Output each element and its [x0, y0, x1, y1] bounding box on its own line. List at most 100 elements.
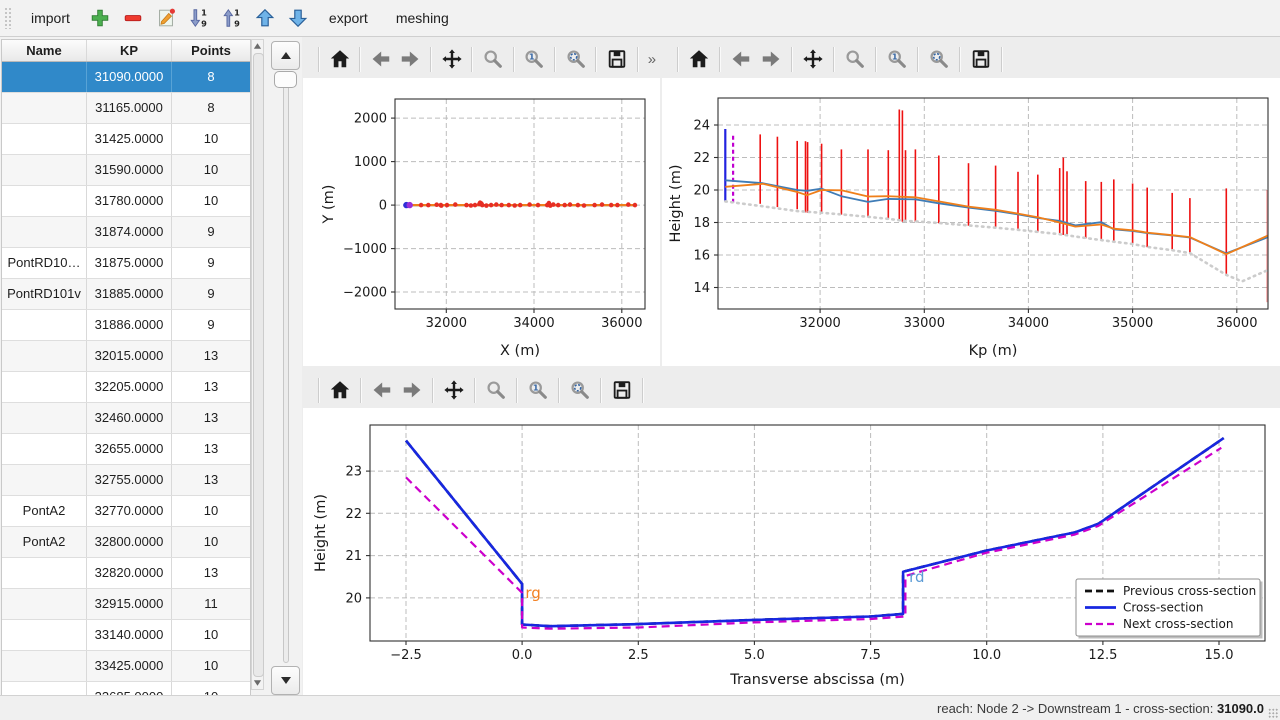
table-row[interactable]: PontRD101v 31885.0000 9	[2, 279, 250, 310]
navigator-handle[interactable]	[274, 71, 297, 88]
table-row[interactable]: 31886.0000 9	[2, 310, 250, 341]
zoom-icon[interactable]	[481, 376, 511, 404]
toolbar-separator	[637, 47, 639, 72]
table-row[interactable]: 31425.0000 10	[2, 124, 250, 155]
navigate-down-button[interactable]	[271, 666, 300, 695]
zoom-fit-icon[interactable]	[924, 45, 954, 73]
plan-chart: 320003400036000−2000−1000010002000X (m)Y…	[303, 78, 660, 366]
svg-text:21: 21	[345, 549, 362, 564]
profile-chart: 3200033000340003500036000141618202224Kp …	[662, 78, 1280, 366]
forward-icon[interactable]	[397, 376, 427, 404]
table-row[interactable]: 31165.0000 8	[2, 93, 250, 124]
home-icon[interactable]	[325, 45, 354, 73]
pan-icon[interactable]	[437, 45, 466, 73]
move-up-icon[interactable]	[252, 5, 279, 32]
svg-text:36000: 36000	[601, 316, 642, 331]
save-figure-icon[interactable]	[602, 45, 631, 73]
zoom-original-icon[interactable]: 1	[520, 45, 549, 73]
profile-canvas[interactable]: 3200033000340003500036000141618202224Kp …	[662, 78, 1280, 366]
svg-text:1: 1	[533, 383, 539, 393]
remove-cross-section-icon[interactable]	[120, 5, 147, 32]
sort-ascending-icon[interactable]: 19	[219, 5, 246, 32]
home-icon[interactable]	[325, 376, 355, 404]
column-header-kp[interactable]: KP	[87, 40, 172, 61]
scroll-up-icon[interactable]	[252, 40, 263, 52]
cross-section-toolbar: 1	[303, 372, 1280, 408]
toolbar-overflow-icon[interactable]: »	[644, 51, 660, 68]
toolbar-separator	[318, 47, 320, 72]
svg-text:Y (m): Y (m)	[321, 185, 337, 225]
menu-import[interactable]: import	[20, 4, 81, 32]
svg-text:10.0: 10.0	[972, 648, 1001, 663]
svg-text:Height (m): Height (m)	[668, 165, 684, 243]
table-row[interactable]: 33425.0000 10	[2, 651, 250, 682]
svg-text:1000: 1000	[354, 155, 387, 170]
svg-text:1: 1	[202, 8, 208, 18]
toolbar-separator	[318, 378, 320, 403]
pan-icon[interactable]	[439, 376, 469, 404]
menu-meshing[interactable]: meshing	[385, 4, 460, 32]
plan-canvas[interactable]: 320003400036000−2000−1000010002000X (m)Y…	[303, 78, 660, 366]
svg-text:20: 20	[345, 591, 362, 606]
table-row[interactable]: 31590.0000 10	[2, 155, 250, 186]
svg-text:20: 20	[693, 184, 710, 199]
table-row[interactable]: 31874.0000 9	[2, 217, 250, 248]
move-down-icon[interactable]	[285, 5, 312, 32]
zoom-fit-icon[interactable]	[565, 376, 595, 404]
table-scrollbar[interactable]	[251, 39, 264, 690]
table-row[interactable]: 32655.0000 13	[2, 434, 250, 465]
back-icon[interactable]	[366, 45, 395, 73]
menu-export[interactable]: export	[318, 4, 379, 32]
table-row[interactable]: 33140.0000 10	[2, 620, 250, 651]
table-row[interactable]: PontA2 32770.0000 10	[2, 496, 250, 527]
svg-text:Next cross-section: Next cross-section	[1123, 617, 1233, 631]
svg-text:Previous cross-section: Previous cross-section	[1123, 584, 1256, 598]
sort-descending-icon[interactable]: 19	[186, 5, 213, 32]
toolbar-grip[interactable]	[4, 7, 12, 29]
table-row[interactable]: 31090.0000 8	[2, 62, 250, 93]
toolbar-separator	[677, 47, 679, 72]
svg-text:32000: 32000	[426, 316, 467, 331]
save-figure-icon[interactable]	[966, 45, 996, 73]
column-header-name[interactable]: Name	[2, 40, 87, 61]
cross-section-canvas[interactable]: rgrd−2.50.02.55.07.510.012.515.020212223…	[303, 408, 1280, 695]
save-figure-icon[interactable]	[607, 376, 637, 404]
table-row[interactable]: PontA2 32800.0000 10	[2, 527, 250, 558]
pan-icon[interactable]	[798, 45, 828, 73]
table-row[interactable]: 32015.0000 13	[2, 341, 250, 372]
back-icon[interactable]	[726, 45, 756, 73]
table-scrollbar-thumb[interactable]	[253, 53, 264, 677]
forward-icon[interactable]	[756, 45, 786, 73]
edit-cross-section-icon[interactable]	[153, 5, 180, 32]
table-row[interactable]: 32460.0000 13	[2, 403, 250, 434]
navigator-track[interactable]	[283, 75, 289, 663]
forward-icon[interactable]	[396, 45, 425, 73]
add-cross-section-icon[interactable]	[87, 5, 114, 32]
table-row[interactable]: 31780.0000 10	[2, 186, 250, 217]
svg-text:0.0: 0.0	[512, 648, 533, 663]
navigate-up-button[interactable]	[271, 41, 300, 70]
back-icon[interactable]	[367, 376, 397, 404]
column-header-points[interactable]: Points	[172, 40, 250, 61]
zoom-icon[interactable]	[840, 45, 870, 73]
table-row[interactable]: 32820.0000 13	[2, 558, 250, 589]
zoom-icon[interactable]	[478, 45, 507, 73]
toolbar-separator	[474, 378, 476, 403]
table-row[interactable]: 32915.0000 11	[2, 589, 250, 620]
resize-grip-icon[interactable]	[1268, 708, 1278, 718]
svg-text:7.5: 7.5	[860, 648, 881, 663]
table-row[interactable]: 32205.0000 13	[2, 372, 250, 403]
svg-text:X (m): X (m)	[500, 343, 540, 359]
table-row[interactable]: 32755.0000 13	[2, 465, 250, 496]
svg-text:−1000: −1000	[343, 242, 387, 257]
svg-text:rg: rg	[525, 584, 540, 602]
scroll-down-icon[interactable]	[252, 677, 263, 689]
zoom-original-icon[interactable]: 1	[882, 45, 912, 73]
svg-text:Height (m): Height (m)	[313, 494, 329, 572]
toolbar-separator	[595, 47, 597, 72]
zoom-fit-icon[interactable]	[561, 45, 590, 73]
home-icon[interactable]	[684, 45, 714, 73]
table-row[interactable]: PontRD10… 31875.0000 9	[2, 248, 250, 279]
plan-view-figure: 1 » 320003400036000−2000−1000010002000X (…	[303, 40, 660, 366]
zoom-original-icon[interactable]: 1	[523, 376, 553, 404]
